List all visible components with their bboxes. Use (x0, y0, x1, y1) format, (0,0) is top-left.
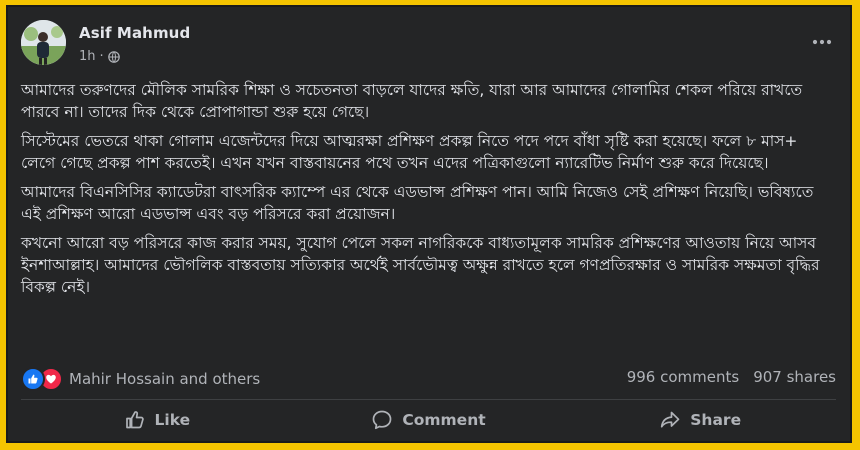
post-time[interactable]: 1h (79, 49, 96, 64)
engagement-counts: 996 comments 907 shares (627, 368, 836, 386)
thumbs-up-icon (28, 374, 38, 384)
meta-separator: · (99, 49, 104, 64)
post-meta: 1h · (79, 49, 120, 64)
share-arrow-icon (661, 411, 680, 428)
heart-icon (46, 374, 56, 384)
post-paragraph: আমাদের বিএনসিসির ক্যাডেটরা বাৎসরিক ক্যাম… (21, 183, 814, 223)
comments-count[interactable]: 996 comments (627, 368, 739, 386)
reactions-summary[interactable]: Mahir Hossain and others (21, 367, 260, 391)
avatar[interactable] (21, 20, 66, 65)
share-button[interactable]: Share (564, 400, 836, 440)
post-paragraph: কখনো আরো বড় পরিসরে কাজ করার সময়, সুযোগ… (21, 234, 820, 296)
comment-button[interactable]: Comment (293, 400, 565, 440)
shares-count[interactable]: 907 shares (753, 368, 836, 386)
reactors-label[interactable]: Mahir Hossain and others (69, 370, 260, 388)
more-options-icon (812, 39, 832, 45)
thumbs-up-icon (125, 411, 144, 429)
comment-bubble-icon (373, 410, 392, 430)
facebook-post: Asif Mahmud 1h · আমাদের তরুণদের মৌলিক সা… (8, 7, 850, 441)
post-actions: Like Comment Share (21, 400, 836, 440)
like-button[interactable]: Like (21, 400, 293, 440)
like-reaction-icon (21, 367, 45, 391)
author-name[interactable]: Asif Mahmud (79, 24, 190, 42)
comment-label: Comment (402, 411, 486, 429)
share-label: Share (690, 411, 742, 429)
globe-icon (107, 50, 120, 63)
like-label: Like (154, 411, 191, 429)
post-paragraph: আমাদের তরুণদের মৌলিক সামরিক শিক্ষা ও সচে… (21, 81, 803, 121)
post-stats: Mahir Hossain and others 996 comments 90… (21, 365, 836, 391)
more-options-button[interactable] (810, 34, 834, 48)
post-frame: Asif Mahmud 1h · আমাদের তরুণদের মৌলিক সা… (6, 5, 852, 443)
post-content: আমাদের তরুণদের মৌলিক সামরিক শিক্ষা ও সচে… (21, 79, 830, 305)
post-paragraph: সিস্টেমের ভেতরে থাকা গোলাম এজেন্টদের দিয… (21, 132, 798, 172)
avatar-photo-icon (21, 20, 66, 65)
post-header: Asif Mahmud 1h · (21, 20, 850, 70)
